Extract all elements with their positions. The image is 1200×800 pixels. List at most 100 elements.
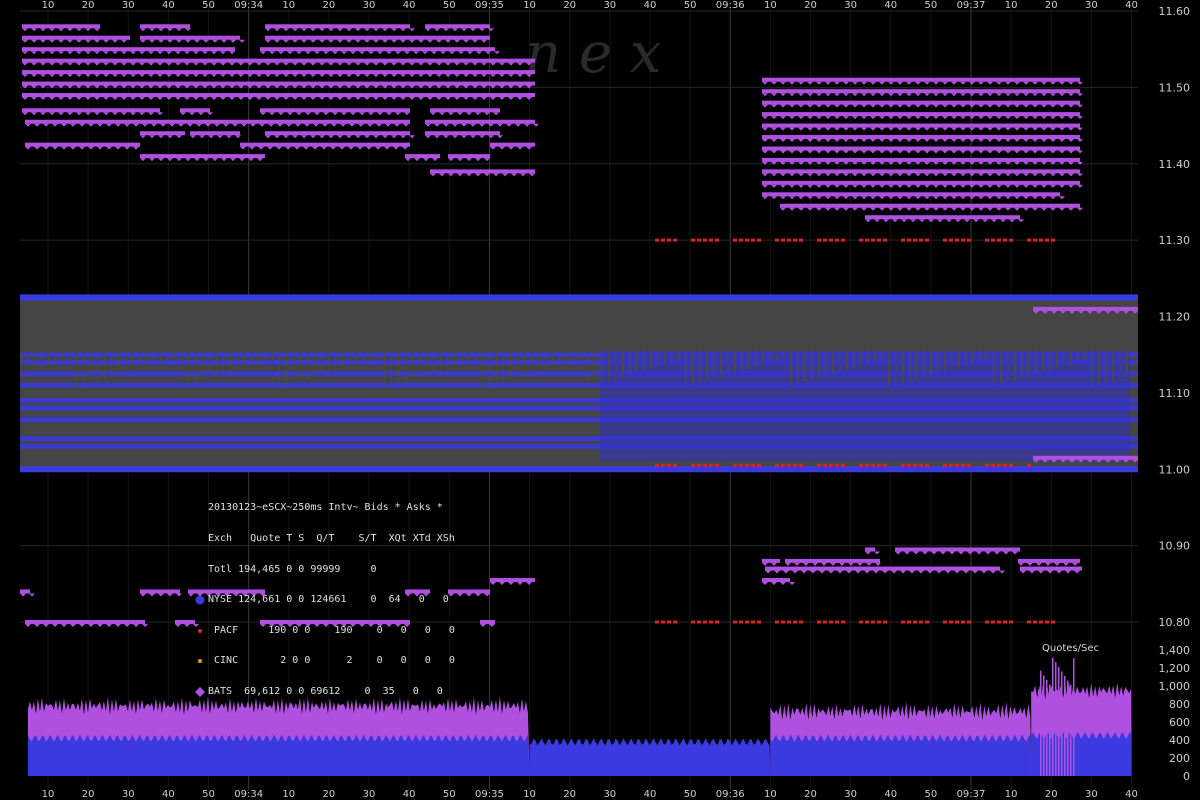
bats-rate-spike (1064, 675, 1066, 776)
nyse-gap-stripe (20, 350, 22, 374)
nyse-gap-stripe (853, 350, 855, 368)
nyse-gap-stripe (1070, 350, 1072, 364)
nyse-gap-stripe (657, 350, 659, 366)
nyse-gap-stripe (979, 350, 981, 361)
nyse-gap-stripe (839, 350, 841, 372)
pacf-quote-dot (715, 463, 719, 467)
x-tick-label-bottom: 09:34 (234, 789, 263, 800)
nyse-gap-stripe (363, 350, 365, 363)
pacf-quote-dot (907, 620, 911, 624)
pacf-quote-dot (841, 238, 845, 242)
x-tick-label-top: 40 (884, 0, 897, 11)
rate-tick-label: 1,200 (1159, 662, 1191, 675)
nyse-gap-stripe (895, 350, 897, 385)
nyse-gap-stripe (34, 350, 36, 370)
nyse-gap-stripe (230, 350, 232, 372)
pacf-quote-dot (1039, 238, 1043, 242)
pacf-quote-dot (877, 238, 881, 242)
pacf-quote-dot (1003, 463, 1007, 467)
nyse-gap-stripe (405, 350, 407, 380)
x-tick-label-bottom: 10 (42, 789, 55, 800)
nyse-gap-stripe (335, 350, 337, 371)
nyse-gap-stripe (622, 350, 624, 376)
nyse-gap-stripe (643, 350, 645, 370)
pacf-quote-dot (991, 620, 995, 624)
x-tick-label-top: 09:36 (716, 0, 745, 11)
nyse-gap-stripe (923, 350, 925, 377)
nyse-gap-stripe (860, 350, 862, 366)
pacf-quote-dot (1009, 463, 1013, 467)
nyse-gap-stripe (1056, 350, 1058, 368)
x-tick-label-bottom: 30 (363, 789, 376, 800)
pacf-quote-dot (967, 463, 971, 467)
pacf-quote-dot (739, 620, 743, 624)
bats-price-level (190, 131, 240, 136)
pacf-quote-dot (709, 463, 713, 467)
nyse-gap-stripe (916, 350, 918, 379)
pacf-quote-dot (841, 463, 845, 467)
bats-price-level (762, 577, 790, 582)
nyse-gap-stripe (930, 350, 932, 375)
legend-header: Exch Quote T S Q/T S/T XQt XTd XSh (208, 533, 455, 545)
pacf-quote-dot (697, 238, 701, 242)
nyse-gap-stripe (594, 350, 596, 384)
nyse-gap-stripe (195, 350, 197, 382)
pacf-quote-dot (883, 238, 887, 242)
bats-price-level (762, 146, 1080, 151)
nyse-gap-stripe (524, 350, 526, 375)
pacf-quote-dot (967, 238, 971, 242)
x-tick-label-top: 30 (1085, 0, 1098, 11)
pacf-quote-dot (919, 463, 923, 467)
nyse-gap-stripe (384, 350, 386, 386)
pacf-quote-dot (829, 620, 833, 624)
pacf-quote-dot (667, 463, 671, 467)
nyse-gap-stripe (202, 350, 204, 380)
bats-price-level (175, 620, 195, 624)
watermark: n e x (525, 21, 661, 86)
nyse-gap-stripe (587, 350, 589, 386)
pacf-quote-dot (865, 620, 869, 624)
nyse-gap-stripe (62, 350, 64, 362)
x-tick-label-top: 20 (82, 0, 95, 11)
bats-price-level (762, 192, 1060, 197)
pacf-quote-dot (841, 620, 845, 624)
nyse-gap-stripe (125, 350, 127, 373)
x-tick-label-bottom: 10 (282, 789, 295, 800)
pacf-quote-dot (943, 620, 947, 624)
pacf-quote-dot (781, 463, 785, 467)
pacf-quote-dot (913, 463, 917, 467)
nyse-gap-stripe (671, 350, 673, 362)
bats-price-level (762, 89, 1080, 94)
nyse-gap-stripe (1133, 350, 1135, 375)
pacf-quote-dot (787, 238, 791, 242)
pacf-quote-dot (751, 463, 755, 467)
nyse-gap-stripe (888, 350, 890, 387)
pacf-quote-dot (883, 620, 887, 624)
pacf-quote-dot (985, 620, 989, 624)
nyse-gap-stripe (832, 350, 834, 374)
pacf-quote-dot (949, 620, 953, 624)
x-tick-label-bottom: 10 (523, 789, 536, 800)
x-tick-label-top: 30 (844, 0, 857, 11)
pacf-quote-dot (991, 238, 995, 242)
nyse-gap-stripe (223, 350, 225, 374)
x-tick-label-top: 50 (924, 0, 937, 11)
bats-price-level (405, 154, 440, 159)
pacf-quote-dot (1033, 238, 1037, 242)
x-tick-label-bottom: 20 (1045, 789, 1058, 800)
pacf-quote-dot (949, 238, 953, 242)
nyse-gap-stripe (1042, 350, 1044, 372)
x-tick-label-top: 40 (162, 0, 175, 11)
x-tick-label-bottom: 20 (323, 789, 336, 800)
nyse-gap-stripe (447, 350, 449, 368)
pacf-quote-dot (949, 463, 953, 467)
pacf-quote-dot (793, 620, 797, 624)
bats-price-level (22, 35, 130, 40)
nyse-gap-stripe (566, 350, 568, 363)
pacf-quote-dot (661, 620, 665, 624)
x-tick-label-top: 50 (202, 0, 215, 11)
pacf-quote-dot (1045, 238, 1049, 242)
bats-price-level (140, 24, 190, 29)
nyse-gap-stripe (615, 350, 617, 378)
nyse-gap-stripe (608, 350, 610, 380)
